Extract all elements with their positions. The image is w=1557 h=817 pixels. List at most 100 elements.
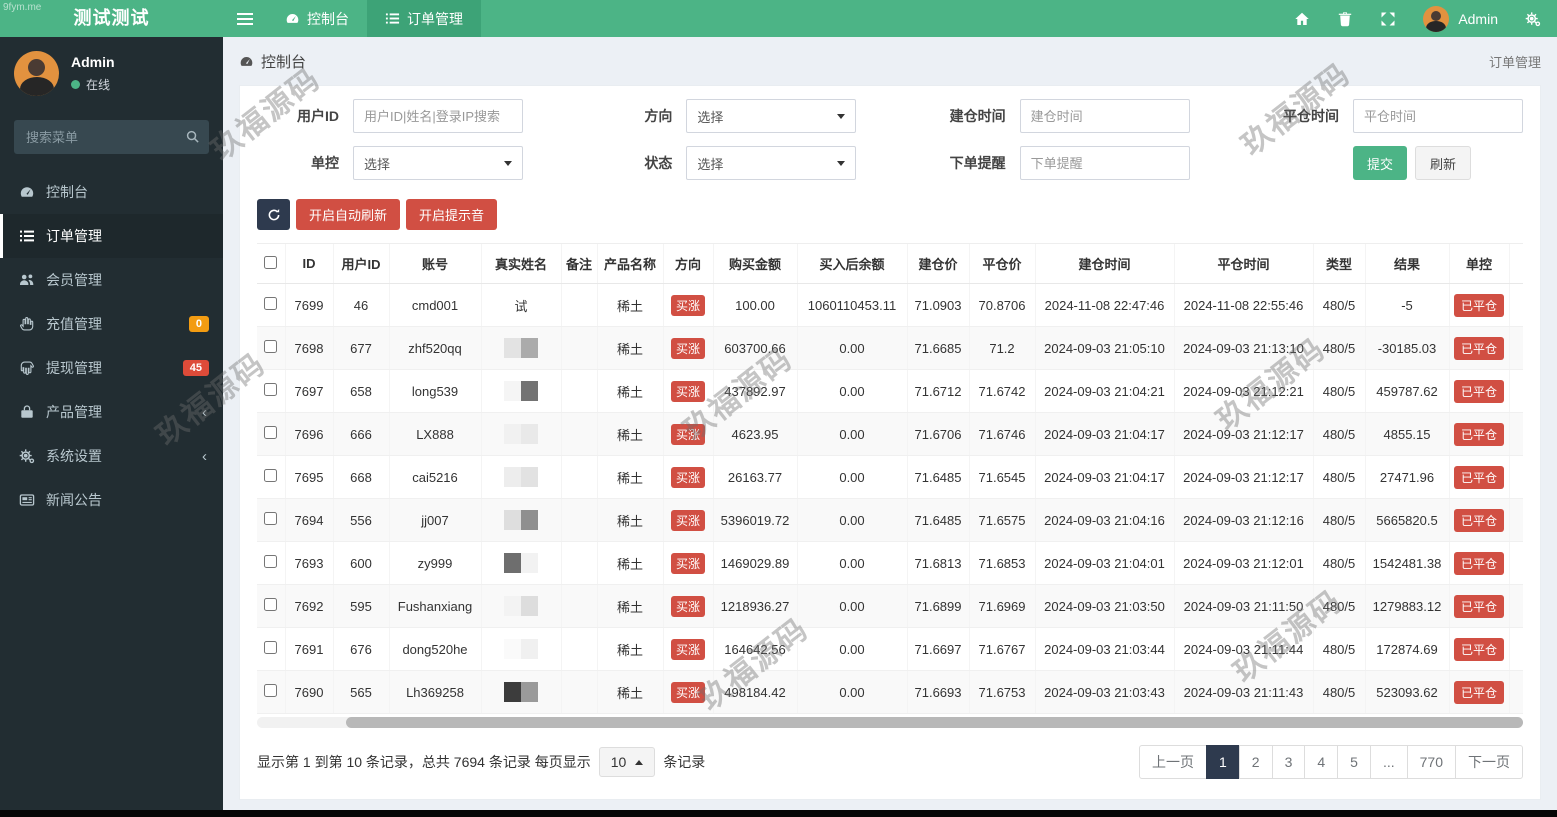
close-time-input[interactable] xyxy=(1352,99,1523,133)
cell-balance: 0.00 xyxy=(796,412,907,456)
cell-user-id: 565 xyxy=(332,670,389,714)
search-icon[interactable] xyxy=(185,129,200,144)
page-3[interactable]: 3 xyxy=(1271,745,1306,779)
breadcrumb-home[interactable]: 控制台 xyxy=(239,51,306,72)
cell-account: dong520he xyxy=(388,627,481,671)
cell-open-time: 2024-09-03 21:03:44 xyxy=(1034,627,1174,671)
page-4[interactable]: 4 xyxy=(1304,745,1339,779)
cell-open-time: 2024-11-08 22:47:46 xyxy=(1034,283,1174,327)
cell-open-time: 2024-09-03 21:03:50 xyxy=(1034,584,1174,628)
fullscreen-icon[interactable] xyxy=(1380,11,1396,27)
cell-direction: 买涨 xyxy=(662,412,713,456)
row-checkbox[interactable] xyxy=(264,512,278,525)
page-2[interactable]: 2 xyxy=(1238,745,1273,779)
horizontal-scrollbar[interactable] xyxy=(257,717,1523,728)
cell-balance: 0.00 xyxy=(796,498,907,542)
user-id-input[interactable] xyxy=(353,99,523,133)
sidebar-item-dashboard[interactable]: 控制台 xyxy=(0,170,223,214)
page-770[interactable]: 770 xyxy=(1406,745,1456,779)
cell-balance: 0.00 xyxy=(796,670,907,714)
cell-user-id: 676 xyxy=(332,627,389,671)
cell-id: 7696 xyxy=(284,412,333,456)
cell-balance: 0.00 xyxy=(796,369,907,413)
control-select[interactable]: 选择 xyxy=(353,146,523,180)
sidebar-item-members[interactable]: 会员管理 xyxy=(0,258,223,302)
sidebar-item-label: 控制台 xyxy=(46,184,88,200)
submit-button[interactable]: 提交 xyxy=(1352,146,1407,180)
cell-action: 关闭 xyxy=(1508,412,1523,456)
row-checkbox[interactable] xyxy=(264,555,278,568)
row-checkbox[interactable] xyxy=(264,426,278,439)
user-menu[interactable]: Admin xyxy=(1423,5,1498,32)
cell-amount: 437892.97 xyxy=(712,369,797,413)
row-checkbox[interactable] xyxy=(264,641,278,654)
sidebar-item-news[interactable]: 新闻公告 xyxy=(0,478,223,522)
cell-amount: 603700.66 xyxy=(712,326,797,370)
cell-close-price: 71.6969 xyxy=(968,584,1035,628)
cell-close-time: 2024-09-03 21:11:50 xyxy=(1173,584,1313,628)
column-header: 单控 xyxy=(1448,243,1509,284)
cell-user-id: 46 xyxy=(332,283,389,327)
online-status-label: 在线 xyxy=(86,78,111,92)
sidebar-item-orders[interactable]: 订单管理 xyxy=(0,214,223,258)
scrollbar-thumb[interactable] xyxy=(345,717,1523,728)
page-5[interactable]: 5 xyxy=(1337,745,1371,779)
cell-type: 480/5 xyxy=(1312,670,1365,714)
online-status-dot xyxy=(71,80,80,89)
open-time-input[interactable] xyxy=(1019,99,1190,133)
cell-open-price: 71.6706 xyxy=(906,412,969,456)
gauge-icon xyxy=(19,184,35,200)
page-size-select[interactable]: 10 xyxy=(598,747,656,777)
sidebar-toggle-button[interactable] xyxy=(223,0,267,37)
direction-badge: 买涨 xyxy=(670,466,705,488)
tab-orders[interactable]: 订单管理 xyxy=(367,0,481,37)
sidebar-item-withdraw[interactable]: 提现管理 45 xyxy=(0,346,223,390)
cell-user-id: 666 xyxy=(332,412,389,456)
trash-icon[interactable] xyxy=(1337,11,1353,27)
cell-product: 稀土 xyxy=(596,412,663,456)
row-checkbox[interactable] xyxy=(264,383,278,396)
refresh-button[interactable]: 刷新 xyxy=(1415,146,1472,180)
page-next[interactable]: 下一页 xyxy=(1455,745,1523,779)
cell-account: zhf520qq xyxy=(388,326,481,370)
sidebar-search-input[interactable] xyxy=(14,120,209,154)
status-select[interactable]: 选择 xyxy=(686,146,857,180)
control-badge: 已平仓 xyxy=(1453,637,1504,661)
cell-id: 7698 xyxy=(284,326,333,370)
reload-table-button[interactable] xyxy=(257,199,290,230)
direction-label: 方向 xyxy=(644,108,673,124)
cell-open-price: 71.6485 xyxy=(906,455,969,499)
page-1[interactable]: 1 xyxy=(1205,745,1240,779)
sidebar-item-recharge[interactable]: 充值管理 0 xyxy=(0,302,223,346)
home-icon[interactable] xyxy=(1294,11,1310,27)
cell-close-time: 2024-11-08 22:55:46 xyxy=(1173,283,1313,327)
row-checkbox[interactable] xyxy=(264,297,278,310)
direction-select[interactable]: 选择 xyxy=(686,99,857,133)
masked-name-block xyxy=(504,639,521,659)
sound-alert-button[interactable]: 开启提示音 xyxy=(406,199,498,230)
cell-product: 稀土 xyxy=(596,670,663,714)
masked-name-block xyxy=(504,596,521,616)
sidebar-item-settings[interactable]: 系统设置 ‹ xyxy=(0,434,223,478)
select-all-checkbox[interactable] xyxy=(264,255,278,269)
sidebar-item-products[interactable]: 产品管理 ‹ xyxy=(0,390,223,434)
row-checkbox[interactable] xyxy=(264,598,278,611)
cell-remark xyxy=(560,369,597,413)
cell-id: 7694 xyxy=(284,498,333,542)
tab-dashboard[interactable]: 控制台 xyxy=(267,0,367,37)
row-checkbox[interactable] xyxy=(264,469,278,482)
column-header: 建仓时间 xyxy=(1034,243,1174,284)
masked-name-block xyxy=(521,338,538,358)
row-checkbox[interactable] xyxy=(264,684,278,697)
gears-icon[interactable] xyxy=(1525,11,1541,27)
cell-close-price: 71.6767 xyxy=(968,627,1035,671)
cell-open-price: 71.6685 xyxy=(906,326,969,370)
direction-badge: 买涨 xyxy=(670,337,705,359)
remind-input[interactable] xyxy=(1019,146,1190,180)
auto-refresh-button[interactable]: 开启自动刷新 xyxy=(296,199,401,230)
sidebar-username: Admin xyxy=(71,54,115,70)
site-watermark: 9fym.me xyxy=(3,2,42,13)
cell-direction: 买涨 xyxy=(662,498,713,542)
row-checkbox[interactable] xyxy=(264,340,278,353)
page-prev[interactable]: 上一页 xyxy=(1138,745,1207,779)
